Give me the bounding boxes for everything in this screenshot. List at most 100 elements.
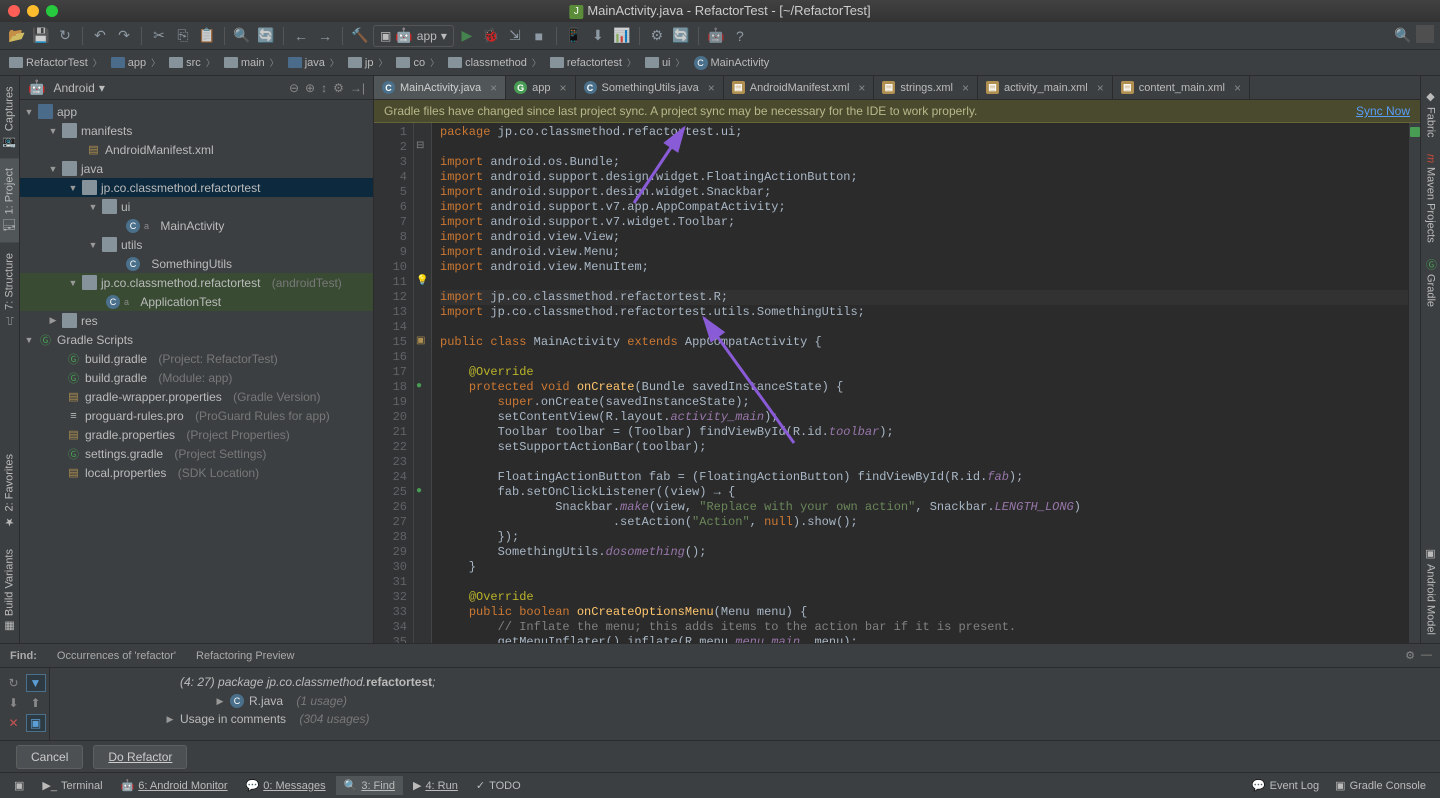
favorites-tab[interactable]: ★ 2: Favorites xyxy=(0,444,19,538)
tree-applicationtest[interactable]: Ca ApplicationTest xyxy=(20,292,373,311)
close-icon[interactable]: × xyxy=(1234,81,1241,95)
replace-icon[interactable]: 🔄 xyxy=(255,25,277,47)
settings-icon[interactable]: ⚙ xyxy=(1405,649,1415,662)
tree-package-test[interactable]: ▼jp.co.classmethod.refactortest (android… xyxy=(20,273,373,292)
sdk-icon[interactable]: ⬇ xyxy=(587,25,609,47)
error-stripe[interactable] xyxy=(1408,123,1420,643)
copy-icon[interactable]: ⎘ xyxy=(172,25,194,47)
forward-icon[interactable]: → xyxy=(314,25,336,47)
search-icon[interactable]: 🔍 xyxy=(1392,25,1414,47)
tree-ui[interactable]: ▼ui xyxy=(20,197,373,216)
crumb-main[interactable]: main〉 xyxy=(221,55,282,70)
crumb-refactortest[interactable]: RefactorTest〉 xyxy=(6,55,105,70)
undo-icon[interactable]: ↶ xyxy=(89,25,111,47)
back-icon[interactable]: ← xyxy=(290,25,312,47)
crumb-jp[interactable]: jp〉 xyxy=(345,55,391,70)
tab-somethingutils[interactable]: CSomethingUtils.java× xyxy=(576,76,724,99)
tree-somethingutils[interactable]: C SomethingUtils xyxy=(20,254,373,273)
find-result-comments[interactable]: ▶Usage in comments (304 usages) xyxy=(50,710,1440,728)
tab-strings[interactable]: ▤strings.xml× xyxy=(874,76,978,99)
find-results[interactable]: (4: 27) package jp.co.classmethod.refact… xyxy=(50,668,1440,740)
filter-icon[interactable]: ▼ xyxy=(26,674,46,692)
tree-gradle-wrapper[interactable]: ▤gradle-wrapper.properties (Gradle Versi… xyxy=(20,387,373,406)
close-window-icon[interactable] xyxy=(8,5,20,17)
find-summary-row[interactable]: (4: 27) package jp.co.classmethod.refact… xyxy=(50,672,1440,692)
close-icon[interactable]: × xyxy=(708,81,715,95)
open-icon[interactable]: 📂 xyxy=(6,25,28,47)
cancel-button[interactable]: Cancel xyxy=(16,745,83,769)
hide-icon[interactable]: →| xyxy=(350,81,365,95)
crumb-java[interactable]: java〉 xyxy=(285,55,342,70)
tree-manifests[interactable]: ▼manifests xyxy=(20,121,373,140)
rerun-icon[interactable]: ↻ xyxy=(4,674,24,692)
save-icon[interactable]: 💾 xyxy=(30,25,52,47)
tree-manifest-file[interactable]: ▤AndroidManifest.xml xyxy=(20,140,373,159)
close-icon[interactable]: ✕ xyxy=(4,714,24,732)
sort-icon[interactable]: ↕ xyxy=(321,81,327,95)
project-tab[interactable]: 🗂 1: Project xyxy=(0,158,19,242)
user-icon[interactable] xyxy=(1416,25,1434,43)
maven-tab[interactable]: m Maven Projects xyxy=(1423,146,1439,251)
run-configuration-dropdown[interactable]: ▣ 🤖 app ▾ xyxy=(373,25,454,47)
fabric-tab[interactable]: ◆ Fabric xyxy=(1422,82,1439,146)
tree-java[interactable]: ▼java xyxy=(20,159,373,178)
code-editor[interactable]: 1234567891011121314151617181920212223242… xyxy=(374,123,1420,643)
sync-gradle-icon[interactable]: 🔄 xyxy=(670,25,692,47)
structure-tab[interactable]: ⎍ 7: Structure xyxy=(0,243,19,335)
tab-app[interactable]: Gapp× xyxy=(506,76,575,99)
crumb-refactortest-pkg[interactable]: refactortest〉 xyxy=(547,55,639,70)
build-variants-tab[interactable]: ▦ Build Variants xyxy=(0,539,19,643)
event-log-button[interactable]: 💬 Event Log xyxy=(1244,776,1327,795)
todo-button[interactable]: ✓ TODO xyxy=(468,776,529,795)
run-button[interactable]: ▶ 4: Run xyxy=(405,776,466,795)
close-icon[interactable]: × xyxy=(858,81,865,95)
gradle-console-button[interactable]: ▣ Gradle Console xyxy=(1327,776,1434,795)
find-button[interactable]: 🔍 3: Find xyxy=(336,776,403,795)
settings-icon[interactable]: ⚙ xyxy=(333,81,344,95)
tree-build-gradle-app[interactable]: Ⓖbuild.gradle (Module: app) xyxy=(20,368,373,387)
tree-app[interactable]: ▼app xyxy=(20,102,373,121)
find-result-rjava[interactable]: ▶CR.java (1 usage) xyxy=(50,692,1440,710)
collapse-icon[interactable]: ⊖ xyxy=(289,81,299,95)
expand-icon[interactable]: ⬇ xyxy=(4,694,24,712)
project-view-dropdown[interactable]: Android ▾ xyxy=(53,81,104,95)
find-tab-occurrences[interactable]: Occurrences of 'refactor' xyxy=(47,645,186,667)
make-icon[interactable]: 🔨 xyxy=(349,25,371,47)
redo-icon[interactable]: ↷ xyxy=(113,25,135,47)
avd-icon[interactable]: 📱 xyxy=(563,25,585,47)
close-icon[interactable]: × xyxy=(559,81,566,95)
tree-utils[interactable]: ▼utils xyxy=(20,235,373,254)
find-icon[interactable]: 🔍 xyxy=(231,25,253,47)
crumb-src[interactable]: src〉 xyxy=(166,55,218,70)
sync-icon[interactable]: ↻ xyxy=(54,25,76,47)
android-monitor-button[interactable]: 🤖 6: Android Monitor xyxy=(113,776,236,795)
collapse-icon[interactable]: ⬆ xyxy=(26,694,46,712)
captures-tab[interactable]: 📷 Captures xyxy=(0,76,19,158)
cut-icon[interactable]: ✂ xyxy=(148,25,170,47)
close-icon[interactable]: × xyxy=(1097,81,1104,95)
tree-settings-gradle[interactable]: Ⓖsettings.gradle (Project Settings) xyxy=(20,444,373,463)
project-tree[interactable]: ▼app ▼manifests ▤AndroidManifest.xml ▼ja… xyxy=(20,100,373,643)
android-model-tab[interactable]: ▣ Android Model xyxy=(1422,539,1439,643)
tree-build-gradle-project[interactable]: Ⓖbuild.gradle (Project: RefactorTest) xyxy=(20,349,373,368)
crumb-classmethod[interactable]: classmethod〉 xyxy=(445,55,544,70)
stop-icon[interactable]: ■ xyxy=(528,25,550,47)
crumb-co[interactable]: co〉 xyxy=(393,55,442,70)
terminal-button[interactable]: ▶_ Terminal xyxy=(34,776,110,795)
sync-now-link[interactable]: Sync Now xyxy=(1356,104,1410,118)
debug-button[interactable]: 🐞 xyxy=(480,25,502,47)
run-button[interactable]: ▶ xyxy=(456,25,478,47)
help-icon[interactable]: ? xyxy=(729,25,751,47)
crumb-mainactivity[interactable]: CMainActivity xyxy=(691,55,773,71)
tree-res[interactable]: ▶res xyxy=(20,311,373,330)
messages-button[interactable]: 💬 0: Messages xyxy=(238,776,334,795)
close-icon[interactable]: × xyxy=(962,81,969,95)
zoom-window-icon[interactable] xyxy=(46,5,58,17)
minimize-window-icon[interactable] xyxy=(27,5,39,17)
window-button[interactable]: ▣ xyxy=(6,776,32,795)
tree-local-properties[interactable]: ▤local.properties (SDK Location) xyxy=(20,463,373,482)
pin-icon[interactable]: ▣ xyxy=(26,714,46,732)
do-refactor-button[interactable]: Do Refactor xyxy=(93,745,187,769)
monitor-icon[interactable]: 📊 xyxy=(611,25,633,47)
tab-mainactivity[interactable]: CMainActivity.java× xyxy=(374,76,506,99)
